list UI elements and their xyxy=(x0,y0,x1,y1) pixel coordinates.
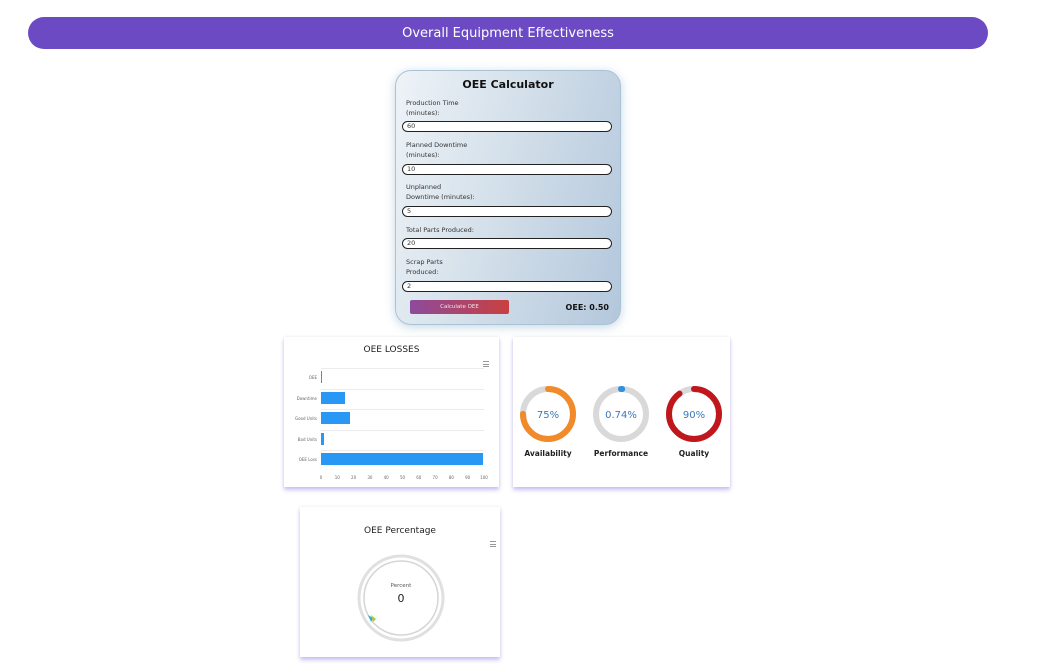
x-tick-label: 40 xyxy=(383,475,389,480)
metrics-donuts: 75% 0.74% 90% xyxy=(520,386,722,442)
performance-label: Performance xyxy=(593,449,649,458)
page-header: Overall Equipment Effectiveness xyxy=(28,17,988,49)
bar-category-label: Downtime xyxy=(296,395,317,401)
x-tick-label: 30 xyxy=(367,475,373,480)
bar-category-label: OEE Loss xyxy=(298,457,317,463)
x-tick-label: 90 xyxy=(465,475,471,480)
quality-label: Quality xyxy=(678,449,710,458)
bar-oee-loss[interactable] xyxy=(321,453,484,466)
oee-metrics-card: 75% 0.74% 90% Availability Performance Qua… xyxy=(513,337,730,487)
bar-category-label: Bad Units xyxy=(297,436,317,442)
oee-result: OEE: 0.50 xyxy=(565,303,609,312)
bar-good-units[interactable] xyxy=(321,412,351,425)
chart-menu-icon[interactable] xyxy=(483,361,489,367)
x-tick-label: 100 xyxy=(480,475,488,480)
production-time-label: Production Time (minutes): xyxy=(406,99,459,117)
page-title: Overall Equipment Effectiveness xyxy=(402,25,614,41)
oee-calculator-card: OEE Calculator Production Time (minutes):… xyxy=(395,70,621,325)
chart-gridline xyxy=(321,429,484,431)
production-time-input[interactable]: 60 xyxy=(402,121,612,132)
chart-gridline xyxy=(321,450,484,451)
gauge-label: Percent xyxy=(391,583,413,589)
bar-bad-units[interactable] xyxy=(321,432,325,445)
unplanned-downtime-label: Unplanned Downtime (minutes): xyxy=(406,183,475,201)
total-parts-label: Total Parts Produced: xyxy=(406,226,474,234)
bar-category-label: Good Units xyxy=(294,416,317,422)
availability-label: Availability xyxy=(524,449,572,458)
x-tick-label: 20 xyxy=(351,475,357,480)
calculate-oee-button[interactable]: Calculate OEE xyxy=(410,300,509,314)
x-tick-label: 70 xyxy=(432,475,438,480)
planned-downtime-input[interactable]: 10 xyxy=(402,164,612,175)
losses-chart-title: OEE LOSSES xyxy=(363,345,420,355)
donut-value-quality: 90% xyxy=(683,410,705,421)
bar-category-label: OEE xyxy=(308,375,317,381)
oee-percentage-card: OEE Percentage Percent 0 xyxy=(300,507,500,657)
donut-value-performance: 0.74% xyxy=(605,410,637,421)
x-tick-label: 0 xyxy=(319,475,323,480)
chart-gridline xyxy=(321,368,484,369)
chart-gridline xyxy=(321,409,484,410)
x-tick-label: 80 xyxy=(448,475,454,480)
scrap-parts-label: Scrap Parts Produced: xyxy=(406,258,443,276)
unplanned-downtime-input[interactable]: 5 xyxy=(402,206,612,217)
percentage-gauge: Percent 0 xyxy=(357,554,445,642)
chart-gridline xyxy=(321,388,484,390)
x-tick-label: 60 xyxy=(416,475,422,480)
planned-downtime-label: Planned Downtime (minutes): xyxy=(406,141,468,159)
oee-losses-card: OEE LOSSES OEE Downtime Good Units Bad Unit… xyxy=(284,337,499,487)
calculator-title: OEE Calculator xyxy=(462,78,554,91)
donut-value-availability: 75% xyxy=(537,410,559,421)
x-tick-label: 50 xyxy=(399,475,406,480)
bar-downtime[interactable] xyxy=(321,391,346,404)
scrap-parts-input[interactable]: 2 xyxy=(402,281,612,292)
gauge-value: 0 xyxy=(398,592,405,605)
total-parts-input[interactable]: 20 xyxy=(402,238,612,249)
x-tick-label: 10 xyxy=(334,475,340,480)
bar-oee[interactable] xyxy=(321,371,322,384)
